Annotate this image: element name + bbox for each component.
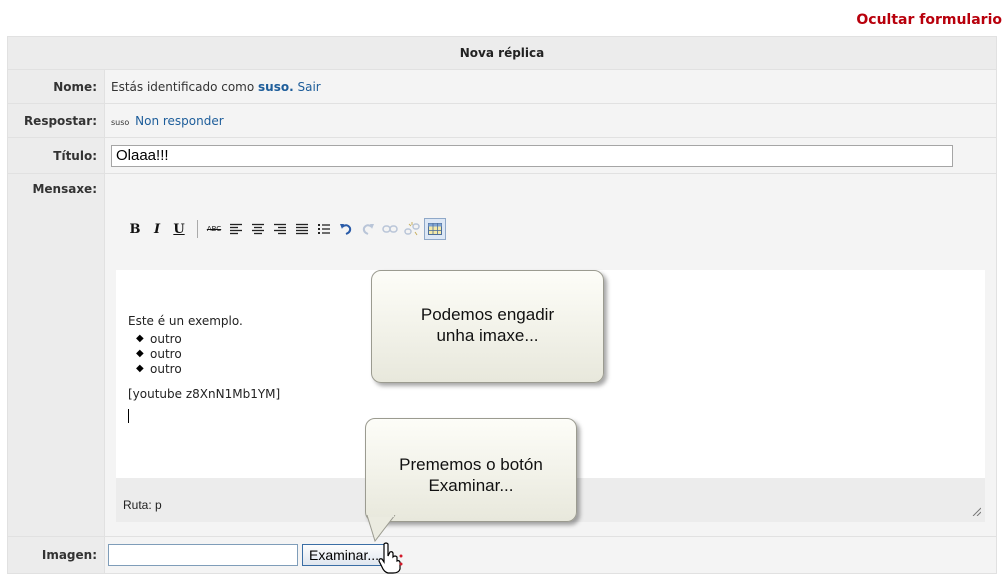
- toolbar-separator: [197, 220, 198, 238]
- align-left-icon: [230, 223, 242, 235]
- list-item: outro: [136, 331, 280, 347]
- list-item: outro: [136, 346, 280, 362]
- element-path: Ruta: p: [123, 498, 162, 512]
- table-icon: [428, 223, 442, 235]
- name-label: Nome:: [7, 69, 105, 104]
- strikethrough-button[interactable]: ABC: [204, 219, 224, 239]
- callout-line: unha imaxe...: [436, 326, 539, 345]
- callout-add-image: Podemos engadir unha imaxe...: [371, 270, 604, 383]
- align-left-button[interactable]: [226, 219, 246, 239]
- link-icon: [382, 225, 398, 233]
- reply-user: suso: [111, 117, 130, 127]
- title-input[interactable]: [111, 144, 953, 167]
- bold-button[interactable]: B: [125, 219, 145, 239]
- reply-value: suso Non responder: [104, 103, 997, 138]
- hand-pointer-icon: [378, 542, 403, 574]
- align-center-button[interactable]: [248, 219, 268, 239]
- callout-line: Prememos o botón: [399, 455, 543, 474]
- align-justify-button[interactable]: [292, 219, 312, 239]
- align-justify-icon: [296, 223, 308, 235]
- logout-link[interactable]: Sair: [298, 80, 321, 94]
- align-right-icon: [274, 223, 286, 235]
- editor-toolbar: B I U ABC: [125, 215, 448, 243]
- title-label: Título:: [7, 137, 105, 174]
- italic-button[interactable]: I: [147, 219, 167, 239]
- name-value: Estás identificado como suso. Sair: [104, 69, 997, 104]
- form-title: Nova réplica: [7, 36, 997, 70]
- username-link[interactable]: suso.: [258, 80, 294, 94]
- undo-icon: [340, 224, 352, 235]
- underline-button[interactable]: U: [169, 219, 189, 239]
- reply-label: Respostar:: [7, 103, 105, 138]
- title-cell: [104, 137, 997, 174]
- link-button[interactable]: [380, 219, 400, 239]
- align-right-button[interactable]: [270, 219, 290, 239]
- callout-line: Examinar...: [428, 476, 514, 495]
- resize-grip-icon[interactable]: [971, 506, 982, 517]
- message-label: Mensaxe:: [7, 173, 105, 537]
- bullet-list-icon: [318, 224, 330, 234]
- image-label: Imagen:: [7, 536, 105, 574]
- callout-line: Podemos engadir: [420, 305, 555, 324]
- unlink-icon: [404, 222, 420, 236]
- text-caret: [128, 409, 129, 423]
- redo-button[interactable]: [358, 219, 378, 239]
- youtube-embed-code: [youtube z8XnN1Mb1YM]: [128, 387, 281, 401]
- browse-button[interactable]: Examinar...: [302, 544, 387, 566]
- undo-button[interactable]: [336, 219, 356, 239]
- image-cell: Examinar...: [104, 536, 997, 574]
- insert-table-button[interactable]: [424, 218, 446, 240]
- editor-paragraph: Este é un exemplo.: [128, 314, 243, 328]
- bullet-list-button[interactable]: [314, 219, 334, 239]
- redo-icon: [362, 224, 374, 235]
- editor-bullet-list: outro outro outro: [128, 331, 280, 377]
- unlink-button[interactable]: [402, 219, 422, 239]
- editor-content: Este é un exemplo. outro outro outro [yo…: [128, 314, 280, 423]
- identified-text: Estás identificado como: [111, 79, 255, 94]
- callout-tail: [366, 515, 396, 543]
- file-path-input[interactable]: [108, 544, 298, 566]
- no-reply-link[interactable]: Non responder: [135, 114, 224, 128]
- hide-form-link[interactable]: Ocultar formulario: [856, 12, 1002, 28]
- list-item: outro: [136, 361, 280, 377]
- callout-press-browse: Prememos o botón Examinar...: [365, 418, 577, 522]
- align-center-icon: [252, 223, 264, 235]
